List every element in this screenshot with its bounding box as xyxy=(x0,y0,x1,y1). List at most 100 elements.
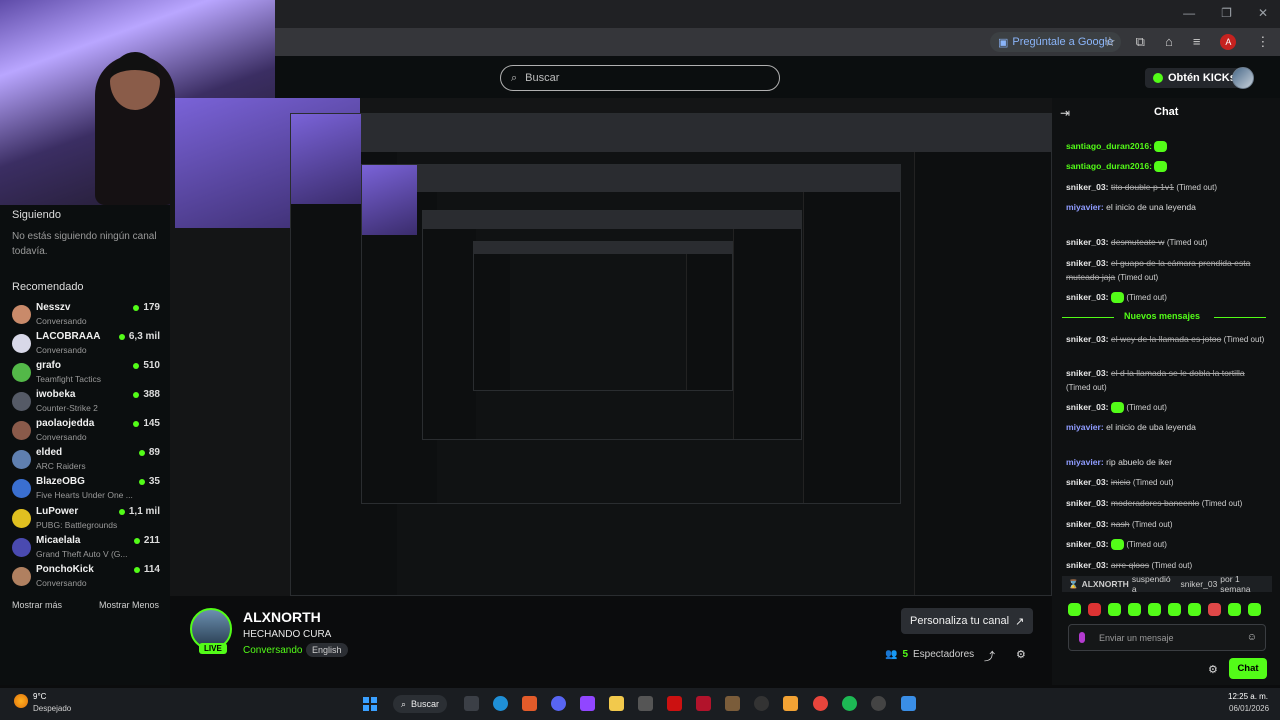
windows-start-icon[interactable] xyxy=(363,697,377,711)
emote-icon[interactable] xyxy=(1148,603,1161,616)
customize-channel-button[interactable]: Personaliza tu canal ↗ xyxy=(901,608,1034,634)
sidebar-channel[interactable]: PonchoKick Conversando 114 xyxy=(12,564,160,592)
sidebar-channel[interactable]: Nesszv Conversando 179 xyxy=(12,302,160,330)
netflix-icon[interactable] xyxy=(667,696,682,711)
emote-icon[interactable] xyxy=(1068,603,1081,616)
sidebar-channel[interactable]: LuPower PUBG: Battlegrounds 1,1 mil xyxy=(12,506,160,534)
user-avatar[interactable] xyxy=(1232,67,1254,89)
microphone-icon[interactable] xyxy=(1079,632,1085,643)
sidebar-channel[interactable]: grafo Teamfight Tactics 510 xyxy=(12,360,160,388)
recording-app-icon[interactable] xyxy=(871,696,886,711)
taskbar-search-label: Buscar xyxy=(411,699,440,709)
minimize-button[interactable]: — xyxy=(1183,6,1195,20)
minecraft-icon[interactable] xyxy=(725,696,740,711)
taskbar-search[interactable]: ⌕ Buscar xyxy=(393,695,448,713)
chrome-icon[interactable] xyxy=(813,696,828,711)
new-messages-label: Nuevos mensajes xyxy=(1124,311,1201,321)
chat-username[interactable]: sniker_03: xyxy=(1066,539,1109,549)
chat-username[interactable]: sniker_03: xyxy=(1066,334,1109,344)
sidebar-channel[interactable]: LACOBRAAA Conversando 6,3 mil xyxy=(12,331,160,359)
channel-viewer-count: 388 xyxy=(143,389,160,400)
chat-input[interactable]: Enviar un mensaje ☺ xyxy=(1068,624,1266,651)
chat-text: inicio xyxy=(1110,477,1131,487)
emote-icon xyxy=(1110,539,1124,551)
chat-username[interactable]: sniker_03: xyxy=(1066,498,1109,508)
moderation-icon[interactable]: ⚙ xyxy=(1016,648,1026,661)
chat-settings-icon[interactable]: ⚙ xyxy=(1208,663,1218,676)
chat-send-button[interactable]: Chat xyxy=(1229,658,1267,679)
emote-icon[interactable] xyxy=(1248,603,1261,616)
chat-username[interactable]: miyavier: xyxy=(1066,457,1104,467)
chat-username[interactable]: miyavier: xyxy=(1066,422,1104,432)
chat-username[interactable]: santiago_duran2016: xyxy=(1066,161,1152,171)
task-view-icon[interactable] xyxy=(464,696,479,711)
stream-category[interactable]: Conversando xyxy=(243,645,302,656)
file-explorer-icon[interactable] xyxy=(609,696,624,711)
collapse-chat-icon[interactable]: ⇥ xyxy=(1060,106,1070,120)
ask-google-button[interactable]: ▣ Pregúntale a Google xyxy=(990,32,1122,52)
bookmark-star-icon[interactable]: ☆ xyxy=(1104,34,1116,50)
emote-icon[interactable] xyxy=(1088,603,1101,616)
chat-username[interactable]: sniker_03: xyxy=(1066,477,1109,487)
customize-channel-label: Personaliza tu canal xyxy=(910,615,1010,627)
sidebar-channel[interactable]: elded ARC Raiders 89 xyxy=(12,447,160,475)
search-input[interactable]: ⌕ Buscar xyxy=(500,65,780,91)
chat-username[interactable]: miyavier: xyxy=(1066,202,1104,212)
share-icon[interactable]: ⤴ xyxy=(984,648,995,664)
sidebar-channel[interactable]: iwobeka Counter-Strike 2 388 xyxy=(12,389,160,417)
streamer-name[interactable]: ALXNORTH xyxy=(243,609,321,625)
language-tag[interactable]: English xyxy=(306,643,348,657)
channel-name: PonchoKick xyxy=(36,564,94,575)
emote-icon[interactable] xyxy=(1108,603,1121,616)
menu-icon[interactable]: ⋮ xyxy=(1256,34,1269,50)
emote-icon[interactable] xyxy=(1228,603,1241,616)
timed-out-label: (Timed out) xyxy=(1166,238,1208,247)
chat-username[interactable]: sniker_03: xyxy=(1066,402,1109,412)
profile-avatar[interactable]: A xyxy=(1220,34,1237,50)
chat-username[interactable]: sniker_03: xyxy=(1066,182,1109,192)
chat-username[interactable]: sniker_03: xyxy=(1066,519,1109,529)
get-kicks-button[interactable]: Obtén KICKs xyxy=(1145,68,1244,88)
store-icon[interactable] xyxy=(638,696,653,711)
channel-avatar xyxy=(12,334,31,353)
weather-icon[interactable] xyxy=(14,694,28,708)
sidebar-channel[interactable]: BlazeOBG Five Hearts Under One ... 35 xyxy=(12,476,160,504)
extensions-icon[interactable]: ⧉ xyxy=(1136,34,1145,50)
twitch-icon[interactable] xyxy=(580,696,595,711)
chat-username[interactable]: sniker_03: xyxy=(1066,237,1109,247)
channel-name: LACOBRAAA xyxy=(36,331,101,342)
chat-text: rip abuelo de iker xyxy=(1106,457,1173,467)
show-less-button[interactable]: Mostrar Menos xyxy=(99,600,159,610)
show-more-button[interactable]: Mostrar más xyxy=(12,600,62,610)
discord-icon[interactable] xyxy=(551,696,566,711)
shield-app-icon[interactable] xyxy=(783,696,798,711)
gauge-app-icon[interactable] xyxy=(754,696,769,711)
maximize-button[interactable]: ❐ xyxy=(1221,6,1232,20)
channel-name: elded xyxy=(36,447,63,458)
chat-username[interactable]: santiago_duran2016: xyxy=(1066,141,1152,151)
emote-icon[interactable] xyxy=(1208,603,1221,616)
chat-message: sniker_03: arre qloos (Timed out) xyxy=(1066,558,1266,573)
reading-list-icon[interactable]: ≡ xyxy=(1193,34,1201,50)
sidebar-channel[interactable]: paolaojedda Conversando 145 xyxy=(12,418,160,446)
red-app-icon[interactable] xyxy=(696,696,711,711)
close-button[interactable]: ✕ xyxy=(1258,6,1268,20)
chat-username[interactable]: sniker_03: xyxy=(1066,292,1109,302)
edge-icon[interactable] xyxy=(493,696,508,711)
spotify-icon[interactable] xyxy=(842,696,857,711)
video-player[interactable] xyxy=(170,98,1052,596)
channel-avatar xyxy=(12,363,31,382)
emote-icon[interactable] xyxy=(1188,603,1201,616)
emote-icon[interactable] xyxy=(1128,603,1141,616)
chat-username[interactable]: sniker_03: xyxy=(1066,560,1109,570)
emoji-icon[interactable]: ☺ xyxy=(1247,632,1257,643)
chat-message: miyavier: el inicio de uba leyenda xyxy=(1066,420,1266,434)
chat-username[interactable]: sniker_03: xyxy=(1066,368,1109,378)
chat-username[interactable]: sniker_03: xyxy=(1066,258,1109,268)
lock-icon[interactable]: ⌂ xyxy=(1165,34,1173,50)
chat-text: el inicio de una leyenda xyxy=(1106,202,1196,212)
emote-icon[interactable] xyxy=(1168,603,1181,616)
sidebar-channel[interactable]: Micaelala Grand Theft Auto V (G... 211 xyxy=(12,535,160,563)
orange-app-icon[interactable] xyxy=(522,696,537,711)
active-app-icon[interactable] xyxy=(901,696,916,711)
